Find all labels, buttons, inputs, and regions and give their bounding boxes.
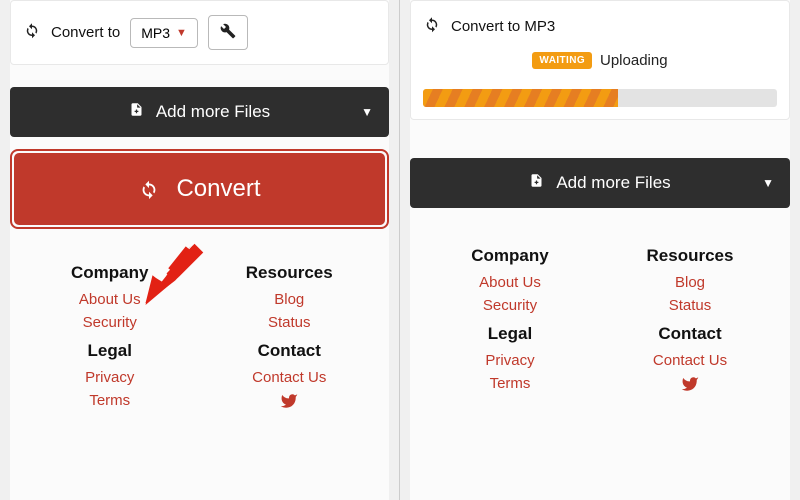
panel-left-inner: Convert to MP3 ▼ Add more Files ▼ Conver… bbox=[10, 0, 389, 500]
footer-contact: Contact Contact Us bbox=[200, 341, 380, 415]
refresh-icon bbox=[138, 178, 160, 200]
twitter-icon[interactable] bbox=[280, 392, 298, 415]
refresh-icon bbox=[23, 21, 41, 44]
footer-company: Company About Us Security bbox=[20, 263, 200, 331]
footer-head-resources: Resources bbox=[647, 246, 734, 266]
chevron-down-icon: ▼ bbox=[762, 176, 774, 190]
footer-left: Company About Us Security Resources Blog… bbox=[10, 249, 389, 435]
link-blog[interactable]: Blog bbox=[675, 274, 705, 291]
footer-head-company: Company bbox=[71, 263, 148, 283]
convert-button-outline: Convert bbox=[10, 149, 389, 229]
link-security[interactable]: Security bbox=[83, 314, 137, 331]
link-status[interactable]: Status bbox=[268, 314, 311, 331]
footer-right: Company About Us Security Resources Blog… bbox=[410, 232, 790, 418]
footer-head-legal: Legal bbox=[488, 324, 532, 344]
status-badge: WAITING bbox=[532, 52, 592, 69]
status-row: WAITING Uploading bbox=[423, 52, 777, 69]
add-more-files-button[interactable]: Add more Files ▼ bbox=[410, 158, 790, 208]
settings-button[interactable] bbox=[208, 15, 248, 50]
link-privacy[interactable]: Privacy bbox=[85, 369, 134, 386]
footer-head-legal: Legal bbox=[88, 341, 132, 361]
link-contact-us[interactable]: Contact Us bbox=[252, 369, 326, 386]
footer-head-contact: Contact bbox=[258, 341, 321, 361]
link-blog[interactable]: Blog bbox=[274, 291, 304, 308]
refresh-icon bbox=[423, 15, 441, 38]
footer-head-resources: Resources bbox=[246, 263, 333, 283]
add-more-label: Add more Files bbox=[156, 102, 270, 122]
footer-legal: Legal Privacy Terms bbox=[20, 341, 200, 415]
panel-right: Convert to MP3 WAITING Uploading Add mor… bbox=[400, 0, 800, 500]
convert-row: Convert to MP3 bbox=[423, 9, 777, 44]
chevron-down-icon: ▼ bbox=[361, 105, 373, 119]
upload-progress bbox=[423, 89, 777, 107]
file-add-icon bbox=[529, 172, 544, 194]
format-select[interactable]: MP3 ▼ bbox=[130, 18, 198, 48]
chevron-down-icon: ▼ bbox=[176, 27, 187, 39]
upload-progress-bar bbox=[423, 89, 618, 107]
footer-head-contact: Contact bbox=[658, 324, 721, 344]
link-about-us[interactable]: About Us bbox=[479, 274, 541, 291]
file-add-icon bbox=[129, 101, 144, 123]
twitter-icon[interactable] bbox=[681, 375, 699, 398]
link-status[interactable]: Status bbox=[669, 297, 712, 314]
footer-contact: Contact Contact Us bbox=[600, 324, 780, 398]
convert-card-left: Convert to MP3 ▼ bbox=[10, 0, 389, 65]
convert-row: Convert to MP3 ▼ bbox=[23, 9, 376, 56]
link-terms[interactable]: Terms bbox=[89, 392, 130, 409]
add-more-label: Add more Files bbox=[556, 173, 670, 193]
footer-company: Company About Us Security bbox=[420, 246, 600, 314]
link-security[interactable]: Security bbox=[483, 297, 537, 314]
convert-button[interactable]: Convert bbox=[14, 153, 385, 225]
footer-resources: Resources Blog Status bbox=[200, 263, 380, 331]
panel-right-inner: Convert to MP3 WAITING Uploading Add mor… bbox=[410, 0, 790, 500]
link-contact-us[interactable]: Contact Us bbox=[653, 352, 727, 369]
convert-card-right: Convert to MP3 WAITING Uploading bbox=[410, 0, 790, 120]
wrench-icon bbox=[220, 23, 236, 39]
status-text: Uploading bbox=[600, 52, 668, 69]
link-privacy[interactable]: Privacy bbox=[485, 352, 534, 369]
format-value: MP3 bbox=[141, 25, 170, 41]
convert-label: Convert bbox=[176, 175, 260, 203]
convert-to-label: Convert to bbox=[51, 24, 120, 41]
add-more-files-button[interactable]: Add more Files ▼ bbox=[10, 87, 389, 137]
footer-legal: Legal Privacy Terms bbox=[420, 324, 600, 398]
panel-left: Convert to MP3 ▼ Add more Files ▼ Conver… bbox=[0, 0, 400, 500]
link-terms[interactable]: Terms bbox=[490, 375, 531, 392]
link-about-us[interactable]: About Us bbox=[79, 291, 141, 308]
convert-to-label: Convert to MP3 bbox=[451, 18, 555, 35]
footer-resources: Resources Blog Status bbox=[600, 246, 780, 314]
footer-head-company: Company bbox=[471, 246, 548, 266]
